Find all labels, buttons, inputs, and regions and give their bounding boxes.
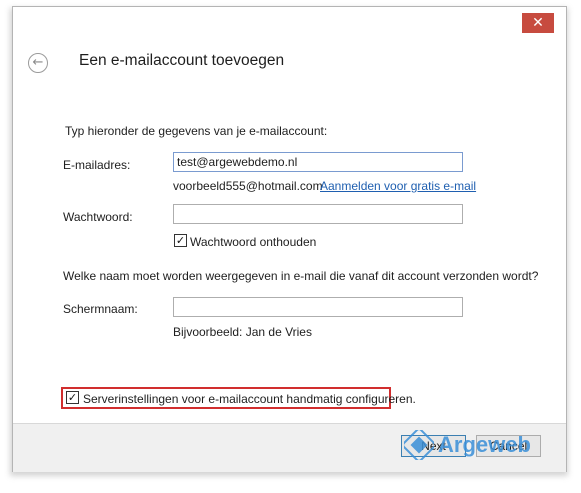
manual-config-checkbox[interactable]: ✓ xyxy=(66,391,79,404)
page-title: Een e-mailaccount toevoegen xyxy=(79,52,285,69)
display-name-field[interactable] xyxy=(173,297,463,317)
remember-password-checkbox[interactable]: ✓ xyxy=(174,234,187,247)
display-name-label: Schermnaam: xyxy=(63,302,138,316)
argeweb-logo-icon xyxy=(404,430,434,460)
display-name-question: Welke naam moet worden weergegeven in e-… xyxy=(63,269,539,283)
argeweb-watermark: Argeweb xyxy=(404,427,531,463)
password-field[interactable] xyxy=(173,204,463,224)
manual-config-label: Serverinstellingen voor e-mailaccount ha… xyxy=(83,392,416,406)
email-example: voorbeeld555@hotmail.com xyxy=(173,179,323,193)
watermark-text: Argeweb xyxy=(438,432,531,457)
display-name-example: Bijvoorbeeld: Jan de Vries xyxy=(173,325,312,339)
email-label: E-mailadres: xyxy=(63,158,131,172)
dialog-window: ✕ ← Een e-mailaccount toevoegen Typ hier… xyxy=(12,6,567,472)
back-arrow-icon: ← xyxy=(32,55,44,70)
intro-text: Typ hieronder de gegevens van je e-maila… xyxy=(65,124,328,138)
signup-link[interactable]: Aanmelden voor gratis e-mail xyxy=(320,179,476,193)
back-button[interactable]: ← xyxy=(28,53,48,73)
checkmark-icon: ✓ xyxy=(67,391,78,404)
password-label: Wachtwoord: xyxy=(63,210,133,224)
remember-password-label: Wachtwoord onthouden xyxy=(190,235,317,249)
email-field[interactable] xyxy=(173,152,463,172)
close-button[interactable]: ✕ xyxy=(522,13,554,33)
close-icon: ✕ xyxy=(532,15,544,31)
checkmark-icon: ✓ xyxy=(175,234,186,247)
